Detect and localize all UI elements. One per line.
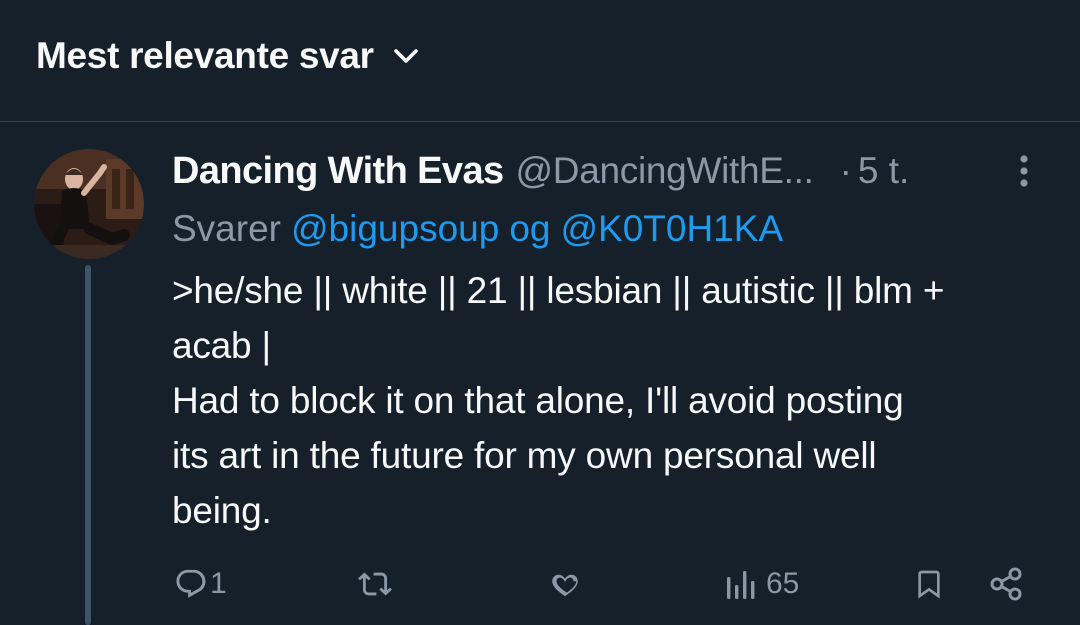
text-line: Had to block it on that alone, I'll avoi…	[172, 380, 904, 421]
mention-link[interactable]: @bigupsoup	[291, 208, 499, 250]
mention-link[interactable]: @K0T0H1KA	[560, 208, 783, 250]
separator: ·	[839, 150, 852, 191]
mention-joiner: og	[509, 208, 551, 249]
more-button[interactable]	[1004, 153, 1044, 193]
text-line: its art in the future for my own persona…	[172, 435, 877, 476]
tweet-header: Dancing With Evas @DancingWithE... · 5 t…	[172, 145, 909, 197]
share-button[interactable]	[988, 563, 1024, 605]
tweet-actions: 1 65	[0, 555, 1080, 613]
bookmark-icon	[913, 566, 945, 602]
like-icon	[547, 567, 583, 601]
replying-to-label: Svarer	[172, 208, 281, 249]
replying-to: Svarer @bigupsoup og @K0T0H1KA	[172, 205, 783, 253]
share-icon	[988, 566, 1024, 602]
text-line: acab |	[172, 325, 271, 366]
text-line: being.	[172, 490, 272, 531]
more-icon	[1018, 153, 1030, 194]
text-line: >he/she || white || 21 || lesbian || aut…	[172, 270, 945, 311]
tweet[interactable]: Dancing With Evas @DancingWithE... · 5 t…	[0, 123, 1080, 625]
author-handle[interactable]: @DancingWithE...	[516, 150, 814, 192]
sort-replies-button[interactable]: Mest relevante svar	[36, 33, 420, 79]
like-button[interactable]	[547, 563, 583, 605]
timestamp[interactable]: 5 t.	[858, 150, 909, 192]
tweet-text: >he/she || white || 21 || lesbian || aut…	[172, 263, 1052, 538]
replies-header: Mest relevante svar	[0, 0, 1080, 122]
avatar[interactable]	[34, 149, 144, 259]
author-name[interactable]: Dancing With Evas	[172, 150, 504, 193]
reply-button[interactable]: 1	[174, 563, 227, 605]
bookmark-button[interactable]	[913, 563, 945, 605]
sort-label: Mest relevante svar	[36, 35, 374, 76]
views-icon	[724, 567, 758, 601]
chevron-down-icon	[392, 42, 420, 70]
retweet-icon	[356, 567, 394, 601]
views-count: 65	[766, 567, 800, 600]
reply-count: 1	[210, 567, 227, 600]
views-button[interactable]: 65	[724, 563, 799, 605]
reply-icon	[174, 567, 208, 601]
retweet-button[interactable]	[356, 563, 394, 605]
